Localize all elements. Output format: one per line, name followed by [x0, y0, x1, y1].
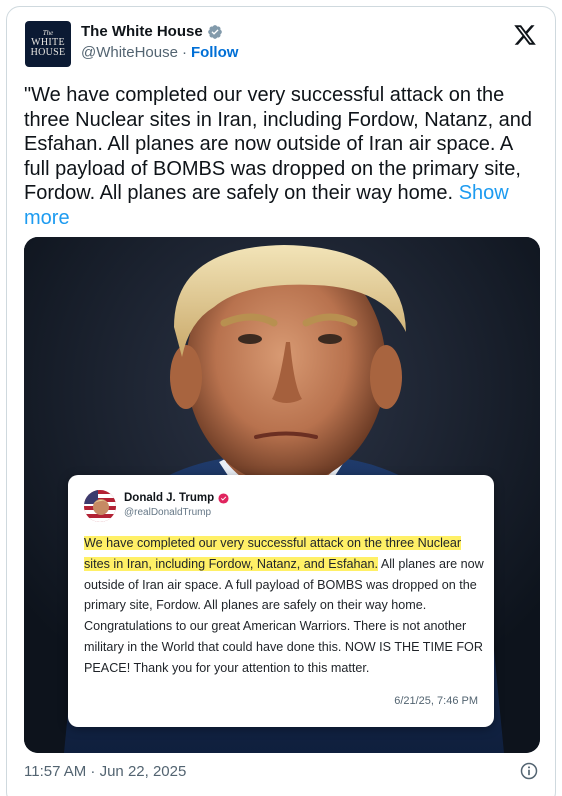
embedded-author-handle: @realDonaldTrump: [124, 507, 212, 518]
tweet-body: "We have completed our very successful a…: [24, 84, 533, 204]
avatar-text-line: HOUSE: [30, 47, 66, 58]
tweet-timestamp[interactable]: 11:57 AM · Jun 22, 2025: [24, 763, 186, 780]
embedded-author-info: Donald J. Trump @realDonaldTrump: [124, 492, 229, 518]
author-display-name[interactable]: The White House: [81, 23, 203, 40]
white-house-avatar[interactable]: The WHITE HOUSE: [25, 21, 71, 67]
author-handle[interactable]: @WhiteHouse: [81, 44, 178, 61]
follow-button[interactable]: Follow: [191, 44, 239, 61]
info-icon[interactable]: [519, 761, 539, 781]
embedded-author-name: Donald J. Trump: [124, 492, 215, 504]
embedded-post-text: We have completed our very successful at…: [84, 533, 484, 679]
embedded-truth-post: Donald J. Trump @realDonaldTrump We have…: [68, 475, 494, 727]
tweet-header: The WHITE HOUSE The White House @WhiteHo…: [23, 19, 539, 73]
avatar-text-line: The: [42, 29, 54, 37]
flag-avatar-icon: [84, 490, 116, 522]
tweet-card[interactable]: The WHITE HOUSE The White House @WhiteHo…: [6, 6, 556, 796]
embedded-post-date: 6/21/25, 7:46 PM: [394, 695, 478, 707]
truth-verified-badge-icon: [218, 492, 229, 504]
trump-avatar: [84, 490, 116, 522]
tweet-media-image[interactable]: Donald J. Trump @realDonaldTrump We have…: [24, 237, 540, 753]
tweet-text: "We have completed our very successful a…: [24, 83, 534, 230]
embedded-body-text: All planes are now outside of Iran air s…: [84, 556, 484, 675]
author-info: The White House @WhiteHouse · Follow: [81, 23, 238, 61]
separator-dot: ·: [181, 44, 187, 61]
x-logo-icon[interactable]: [513, 23, 537, 47]
verified-badge-icon: [207, 24, 222, 39]
